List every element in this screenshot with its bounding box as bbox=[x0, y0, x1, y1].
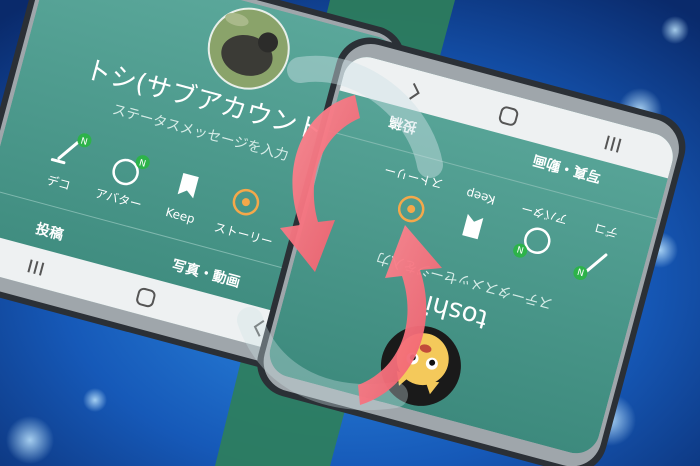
bokeh-light bbox=[661, 16, 689, 44]
scene-illustration: トシ(サブアカウント) ステータスメッセージを入力 N デコ N アバター Ke… bbox=[0, 0, 700, 466]
scene: トシ(サブアカウント) ステータスメッセージを入力 N デコ N アバター Ke… bbox=[0, 0, 700, 466]
bokeh-light bbox=[83, 388, 107, 412]
bokeh-light bbox=[6, 416, 54, 464]
